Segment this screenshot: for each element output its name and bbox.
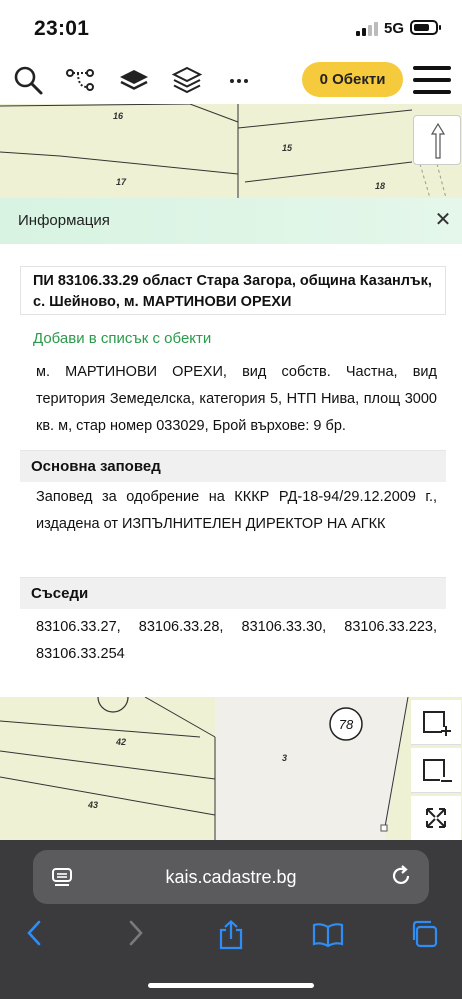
layers-icon[interactable] bbox=[171, 64, 203, 96]
info-header: Информация ✕ bbox=[0, 198, 462, 244]
objects-button[interactable]: 0 Обекти bbox=[302, 62, 403, 97]
parcel-description: м. МАРТИНОВИ ОРЕХИ, вид собств. Частна, … bbox=[36, 364, 437, 434]
map-label: 17 bbox=[116, 177, 127, 187]
north-arrow-button[interactable] bbox=[413, 115, 461, 165]
more-icon[interactable] bbox=[223, 64, 255, 96]
home-indicator bbox=[148, 983, 314, 988]
reload-icon[interactable] bbox=[389, 864, 413, 888]
tabs-icon[interactable] bbox=[410, 920, 440, 948]
close-icon[interactable]: ✕ bbox=[432, 209, 454, 231]
fullscreen-button[interactable] bbox=[411, 796, 461, 840]
status-bar: 23:01 5G bbox=[0, 0, 462, 56]
remove-area-button[interactable] bbox=[411, 748, 461, 793]
battery-icon bbox=[410, 20, 441, 35]
map-label: 43 bbox=[87, 800, 98, 810]
bookmarks-icon[interactable] bbox=[312, 922, 344, 948]
hamburger-menu-icon[interactable] bbox=[413, 66, 451, 96]
add-area-button[interactable] bbox=[411, 700, 461, 745]
map-label: 3 bbox=[282, 753, 287, 763]
signal-icon bbox=[356, 22, 378, 36]
north-arrow-icon bbox=[430, 122, 446, 159]
remove-area-icon bbox=[423, 759, 453, 783]
share-icon[interactable] bbox=[217, 920, 245, 950]
search-icon[interactable] bbox=[12, 64, 44, 96]
status-time: 23:01 bbox=[34, 17, 90, 40]
section-heading-neighbors: Съседи bbox=[20, 577, 446, 609]
add-to-objects-link[interactable]: Добави в списък с обекти bbox=[33, 330, 211, 347]
map-marker-label: 78 bbox=[339, 717, 354, 732]
add-area-icon bbox=[423, 711, 451, 736]
back-icon[interactable] bbox=[24, 920, 46, 946]
forward-icon[interactable] bbox=[124, 920, 146, 946]
route-icon[interactable] bbox=[64, 64, 96, 96]
map-label: 16 bbox=[113, 111, 124, 121]
order-text: Заповед за одобрение на КККР РД-18-94/29… bbox=[36, 489, 437, 532]
neighbors-text: 83106.33.27, 83106.33.28, 83106.33.30, 8… bbox=[36, 619, 437, 662]
map-label: 42 bbox=[115, 737, 126, 747]
browser-bar: kais.cadastre.bg bbox=[0, 840, 462, 999]
info-title: Информация bbox=[18, 212, 110, 229]
layer-icon[interactable] bbox=[118, 64, 150, 96]
map-label: 18 bbox=[375, 181, 385, 191]
map-view-top[interactable]: 16 15 17 18 bbox=[0, 104, 462, 198]
info-panel: ПИ 83106.33.29 област Стара Загора, общи… bbox=[0, 244, 462, 697]
fullscreen-icon bbox=[426, 808, 446, 828]
parcel-title: ПИ 83106.33.29 област Стара Загора, общи… bbox=[20, 266, 446, 314]
network-type: 5G bbox=[384, 20, 405, 37]
address-bar[interactable]: kais.cadastre.bg bbox=[33, 850, 429, 904]
section-heading-order: Основна заповед bbox=[20, 450, 446, 482]
map-label: 15 bbox=[282, 143, 293, 153]
divider bbox=[20, 314, 446, 315]
url-text: kais.cadastre.bg bbox=[165, 867, 297, 887]
app-toolbar: 0 Обекти bbox=[0, 56, 462, 104]
map-view-bottom[interactable]: 42 43 3 78 bbox=[0, 697, 462, 840]
